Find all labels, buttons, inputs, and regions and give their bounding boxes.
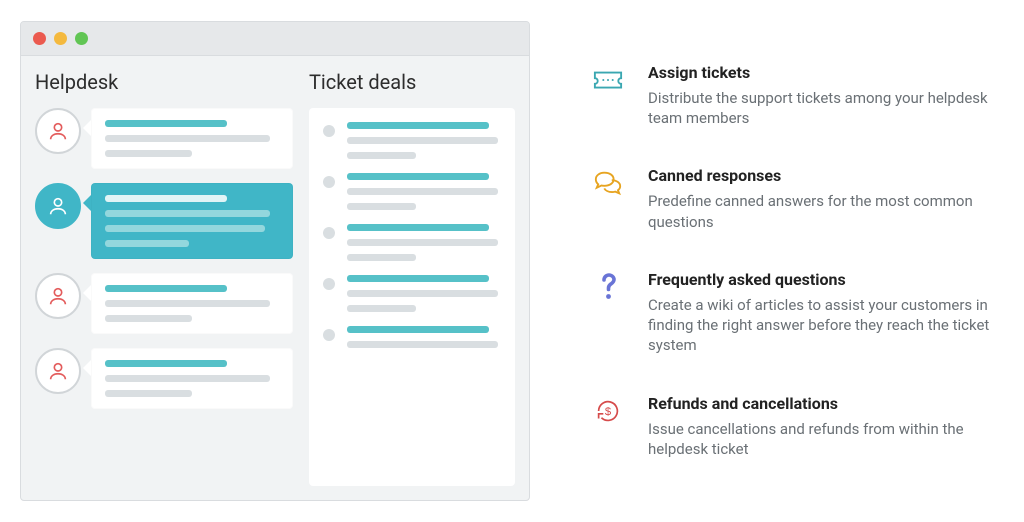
feature-desc: Create a wiki of articles to assist your…	[648, 295, 996, 356]
chat-row[interactable]	[35, 183, 293, 259]
window-titlebar	[21, 22, 529, 56]
chat-bubble-active	[91, 183, 293, 259]
chat-bubble	[91, 348, 293, 409]
window-close-dot[interactable]	[33, 32, 46, 45]
ticket-item[interactable]	[323, 326, 501, 348]
feature-title: Refunds and cancellations	[648, 394, 996, 413]
ticket-status-dot	[323, 329, 335, 341]
ticket-item[interactable]	[323, 224, 501, 261]
ticket-icon	[590, 65, 626, 95]
question-icon	[590, 272, 626, 302]
chat-bubbles-icon	[590, 168, 626, 198]
ticket-list	[309, 108, 515, 486]
chat-bubble	[91, 108, 293, 169]
chat-row[interactable]	[35, 348, 293, 409]
feature-title: Canned responses	[648, 166, 996, 185]
window-columns: Helpdesk	[21, 56, 529, 500]
feature-desc: Distribute the support tickets among you…	[648, 88, 996, 129]
feature-faq: Frequently asked questions Create a wiki…	[590, 270, 996, 356]
refund-icon: $	[590, 396, 626, 426]
ticket-status-dot	[323, 278, 335, 290]
helpdesk-window: Helpdesk	[20, 21, 530, 501]
feature-assign-tickets: Assign tickets Distribute the support ti…	[590, 63, 996, 129]
feature-desc: Issue cancellations and refunds from wit…	[648, 419, 996, 460]
ticket-deals-column-title: Ticket deals	[309, 70, 515, 94]
ticket-deals-column: Ticket deals	[309, 70, 515, 486]
chat-row[interactable]	[35, 273, 293, 334]
avatar	[35, 183, 81, 229]
feature-title: Frequently asked questions	[648, 270, 996, 289]
window-minimize-dot[interactable]	[54, 32, 67, 45]
ticket-item[interactable]	[323, 173, 501, 210]
chat-bubble	[91, 273, 293, 334]
features-list: Assign tickets Distribute the support ti…	[590, 63, 1004, 459]
ticket-status-dot	[323, 176, 335, 188]
ticket-status-dot	[323, 125, 335, 137]
helpdesk-column: Helpdesk	[35, 70, 293, 486]
ticket-item[interactable]	[323, 122, 501, 159]
helpdesk-column-title: Helpdesk	[35, 70, 293, 94]
window-zoom-dot[interactable]	[75, 32, 88, 45]
avatar	[35, 348, 81, 394]
feature-canned-responses: Canned responses Predefine canned answer…	[590, 166, 996, 232]
feature-refunds: $ Refunds and cancellations Issue cancel…	[590, 394, 996, 460]
svg-text:$: $	[605, 405, 612, 417]
ticket-item[interactable]	[323, 275, 501, 312]
feature-title: Assign tickets	[648, 63, 996, 82]
chat-row[interactable]	[35, 108, 293, 169]
ticket-status-dot	[323, 227, 335, 239]
chat-list	[35, 108, 293, 409]
avatar	[35, 273, 81, 319]
avatar	[35, 108, 81, 154]
feature-desc: Predefine canned answers for the most co…	[648, 191, 996, 232]
